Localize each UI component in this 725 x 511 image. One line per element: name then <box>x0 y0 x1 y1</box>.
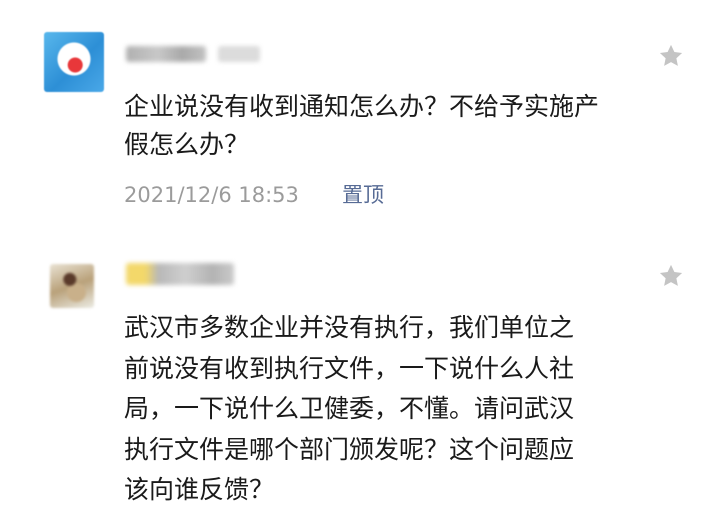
comment-timestamp: 2021/12/6 18:53 <box>124 183 299 207</box>
comment-item: 企业说没有收到通知怎么办？不给予实施产假怎么办？ 2021/12/6 18:53… <box>0 0 725 240</box>
username-blurred[interactable] <box>126 263 234 285</box>
star-icon-shape <box>659 44 683 66</box>
comment-text: 企业说没有收到通知怎么办？不给予实施产假怎么办？ <box>124 92 600 159</box>
pin-link[interactable]: 置顶 <box>342 180 384 210</box>
comment-text: 武汉市多数企业并没有执行，我们单位之前说没有收到执行文件，一下说什么人社局，一下… <box>124 313 575 504</box>
comment-item: 武汉市多数企业并没有执行，我们单位之前说没有收到执行文件，一下说什么人社局，一下… <box>0 240 725 511</box>
star-icon[interactable] <box>657 262 685 290</box>
username-blurred[interactable] <box>126 46 206 62</box>
avatar[interactable] <box>44 32 104 92</box>
star-icon[interactable] <box>657 42 685 70</box>
star-icon-shape <box>659 264 683 286</box>
avatar[interactable] <box>50 264 94 308</box>
user-tag-blurred <box>218 46 260 62</box>
